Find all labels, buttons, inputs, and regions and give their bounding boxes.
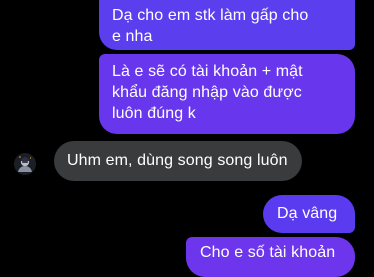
message-text-line: Cho e số tài khoản <box>200 244 336 261</box>
message-text-line: e nha <box>112 28 153 45</box>
message-text-line: khẩu đăng nhập vào được <box>112 84 302 101</box>
message-bubble-incoming[interactable]: Uhm em, dùng song song luôn <box>54 141 302 181</box>
contact-avatar-icon[interactable] <box>14 153 36 175</box>
message-text-line: Là e sẽ có tài khoản + mật <box>112 63 303 80</box>
chat-thread: Dạ cho em stk làm gấp cho e nha Là e sẽ … <box>0 0 374 277</box>
message-text-line: luôn đúng k <box>112 105 196 122</box>
message-text-line: Dạ cho em stk làm gấp cho <box>112 7 309 24</box>
message-text-line: Uhm em, dùng song song luôn <box>67 152 288 169</box>
message-bubble-outgoing[interactable]: Dạ vâng <box>263 195 355 233</box>
message-bubble-outgoing[interactable]: Cho e số tài khoản <box>186 237 355 277</box>
user-avatar-icon <box>14 153 36 175</box>
message-bubble-outgoing[interactable]: Là e sẽ có tài khoản + mật khẩu đăng nhậ… <box>99 54 355 134</box>
message-bubble-outgoing[interactable]: Dạ cho em stk làm gấp cho e nha <box>99 0 355 50</box>
message-text-line: Dạ vâng <box>277 205 338 222</box>
